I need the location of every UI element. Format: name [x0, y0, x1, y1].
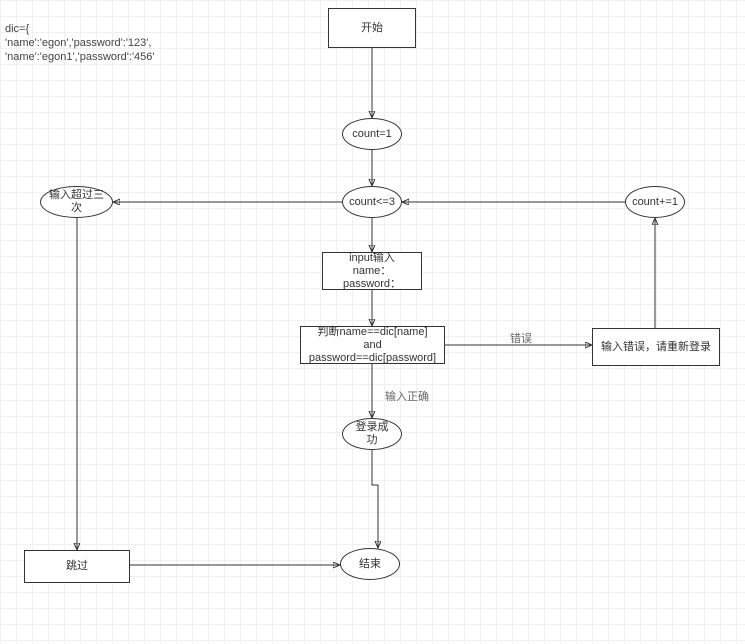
end-label: 结束	[359, 558, 381, 571]
count-inc-label: count+=1	[632, 196, 678, 209]
login-success-node: 登录成功	[342, 418, 402, 450]
end-node: 结束	[340, 548, 400, 580]
error-msg-label: 输入错误，请重新登录	[601, 341, 711, 354]
count-check-label: count<=3	[349, 196, 395, 209]
count-check-node: count<=3	[342, 186, 402, 218]
wrong-label: 错误	[510, 330, 532, 346]
skip-label: 跳过	[66, 560, 88, 573]
count-inc-node: count+=1	[625, 186, 685, 218]
error-msg-node: 输入错误，请重新登录	[592, 328, 720, 366]
count-init-node: count=1	[342, 118, 402, 150]
input-exceeded-label: 输入超过三次	[49, 189, 104, 215]
condition-label: 判断name==dic[name] and password==dic[pass…	[309, 326, 436, 365]
login-success-label: 登录成功	[351, 421, 393, 447]
correct-label: 输入正确	[385, 388, 429, 404]
count-init-label: count=1	[352, 128, 391, 141]
code-line-3: 'name':'egon1','password':'456'	[5, 51, 155, 63]
condition-node: 判断name==dic[name] and password==dic[pass…	[300, 326, 445, 364]
code-snippet: dic={ 'name':'egon','password':'123', 'n…	[5, 8, 155, 64]
code-line-2: 'name':'egon','password':'123',	[5, 37, 151, 49]
skip-node: 跳过	[24, 550, 130, 583]
start-label: 开始	[361, 22, 383, 35]
input-prompt-node: input输入name：password：	[322, 252, 422, 290]
code-line-1: dic={	[5, 23, 29, 35]
input-exceeded-node: 输入超过三次	[40, 186, 113, 218]
start-node: 开始	[328, 8, 416, 48]
input-prompt-label: input输入name：password：	[331, 252, 413, 291]
